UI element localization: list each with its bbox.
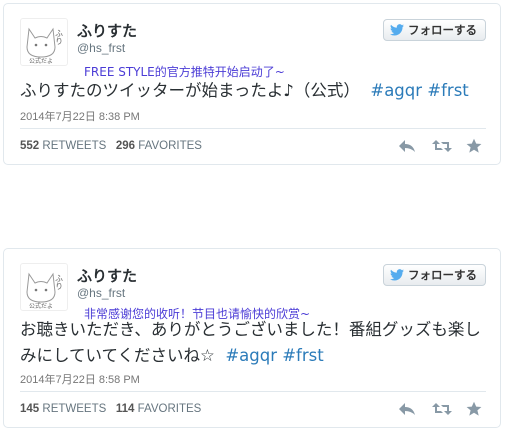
tweet-text: ふりすたのツイッターが始まったよ♪（公式） #agqr #frst [20, 78, 490, 104]
tweet-text-line-2: みにしていてくださいね☆ [20, 346, 215, 365]
user-handle[interactable]: @hs_frst [77, 286, 125, 300]
tweet-text-line-1: お聴きいただき、ありがとうございました！番組グッズも楽し [20, 320, 481, 339]
divider [20, 391, 486, 392]
tweet-actions [398, 401, 484, 417]
favorites-count[interactable]: 296 [116, 140, 135, 152]
tweet-stats: 145 RETWEETS 114 FAVORITES [20, 403, 201, 415]
favorites-count[interactable]: 114 [116, 403, 135, 415]
tweet-text-body: ふりすたのツイッターが始まったよ♪（公式） [20, 81, 360, 100]
reply-icon[interactable] [398, 401, 416, 417]
tweet-stats: 552 RETWEETS 296 FAVORITES [20, 140, 202, 152]
follow-button[interactable]: フォローする [383, 19, 486, 41]
avatar[interactable]: ふり 公式だよ [20, 263, 68, 311]
tweet-text-line-2-wrap: みにしていてくださいね☆ #agqr #frst [20, 343, 490, 369]
hashtag-link[interactable]: #frst [427, 81, 468, 100]
tweet-text: お聴きいただき、ありがとうございました！番組グッズも楽し みにしていてくださいね… [20, 317, 490, 369]
hashtag-link[interactable]: #agqr [370, 81, 422, 100]
tweet-card-2: ふり 公式だよ ふりすた @hs_frst フォローする 非常感谢您的收听！节目… [3, 248, 501, 428]
hashtag-link[interactable]: #agqr [225, 346, 277, 365]
display-name[interactable]: ふりすた [77, 265, 137, 286]
retweet-icon[interactable] [432, 138, 452, 154]
user-handle[interactable]: @hs_frst [77, 41, 125, 55]
svg-text:ふり: ふり [55, 274, 64, 290]
retweets-count[interactable]: 552 [20, 140, 39, 152]
tweet-timestamp[interactable]: 2014年7月22日 8:38 PM [20, 108, 140, 124]
hashtag-link[interactable]: #frst [282, 346, 323, 365]
tweet-card-1: ふり 公式だよ ふりすた @hs_frst フォローする FREE STYLE的… [3, 3, 501, 165]
divider [20, 128, 486, 129]
follow-label: フォローする [408, 268, 477, 282]
svg-text:公式だよ: 公式だよ [29, 302, 53, 310]
favorites-label: FAVORITES [137, 403, 202, 415]
favorite-star-icon[interactable] [466, 401, 484, 417]
twitter-bird-icon [390, 24, 404, 36]
tweet-actions [398, 138, 484, 154]
avatar[interactable]: ふり 公式だよ [20, 18, 68, 66]
tweet-timestamp[interactable]: 2014年7月22日 8:58 PM [20, 371, 140, 387]
retweets-label: RETWEETS [42, 140, 107, 152]
retweets-count[interactable]: 145 [20, 403, 39, 415]
follow-button[interactable]: フォローする [383, 264, 486, 286]
reply-icon[interactable] [398, 138, 416, 154]
follow-label: フォローする [408, 23, 477, 37]
twitter-bird-icon [390, 269, 404, 281]
svg-text:ふり: ふり [55, 29, 64, 45]
display-name[interactable]: ふりすた [77, 20, 137, 41]
svg-text:公式だよ: 公式だよ [29, 57, 53, 65]
retweets-label: RETWEETS [42, 403, 107, 415]
retweet-icon[interactable] [432, 401, 452, 417]
favorite-star-icon[interactable] [466, 138, 484, 154]
favorites-label: FAVORITES [138, 140, 202, 152]
